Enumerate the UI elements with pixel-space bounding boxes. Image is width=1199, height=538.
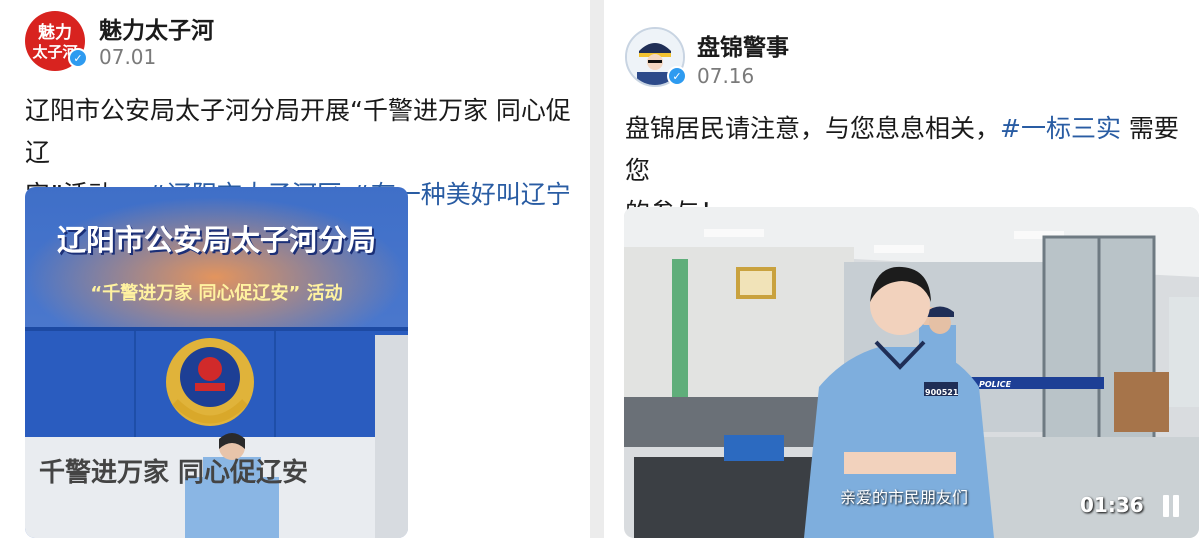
post-image-left[interactable]: 辽阳市公安局太子河分局 “千警进万家 同心促辽安” 活动 千警进万家 同心促辽安 [25,187,408,538]
image-subline: “千警进万家 同心促辽安” 活动 [90,283,343,304]
post-card-right[interactable]: ✓ 盘锦警事 07.16 盘锦居民请注意，与您息息相关，#一标三实 需要您 的参… [604,0,1199,538]
police-emblem-icon [166,338,254,426]
pause-icon[interactable] [1161,495,1181,517]
video-duration: 01:36 [1080,493,1144,517]
image-wall-slogan: 千警进万家 同心促辽安 [39,458,309,488]
post-text-line1: 盘锦居民请注意，与您息息相关，#一标三实 需要您 [625,108,1195,192]
post-text-line1: 辽阳市公安局太子河分局开展“千警进万家 同心促辽 [25,96,571,167]
svg-text:魅力: 魅力 [38,22,72,43]
post-date-left: 07.01 [99,45,157,69]
police-strip: POLICE [979,380,1012,389]
verified-icon: ✓ [667,66,687,86]
account-name-right[interactable]: 盘锦警事 [697,28,789,62]
hashtag-link[interactable]: #一标三实 [1000,114,1121,143]
post-text-plain: 盘锦居民请注意，与您息息相关， [625,114,1001,143]
image-headline: 辽阳市公安局太子河分局 [56,223,376,257]
verified-icon: ✓ [68,48,88,68]
post-date-right: 07.16 [697,64,755,88]
post-card-left[interactable]: 魅力 太子河 ✓ 魅力太子河 07.01 辽阳市公安局太子河分局开展“千警进万家… [0,0,590,538]
video-subtitle: 亲爱的市民朋友们 [840,488,969,507]
video-player[interactable]: 900521 POLICE 亲爱的市民朋友们 01:36 [624,207,1199,538]
badge-number: 900521 [925,388,959,397]
account-name-left[interactable]: 魅力太子河 [99,11,214,45]
